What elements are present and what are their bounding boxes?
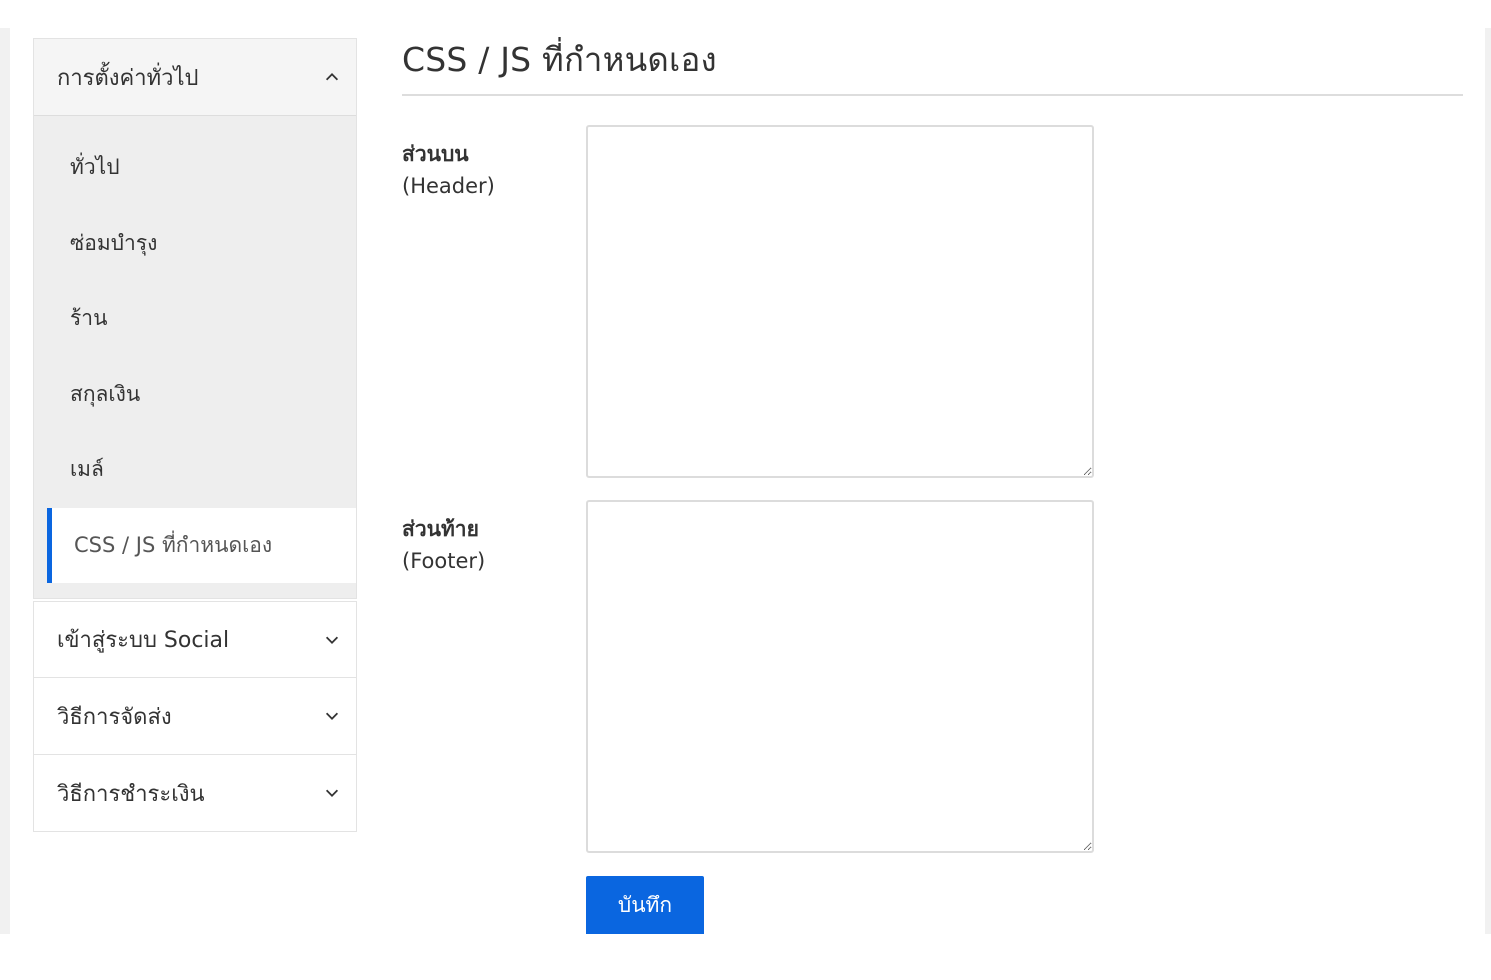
submenu-bottom-padding bbox=[34, 583, 356, 598]
sidebar-item-mail[interactable]: เมล์ bbox=[34, 432, 356, 508]
chevron-down-icon bbox=[322, 783, 342, 803]
sidebar-item-custom-css-js[interactable]: CSS / JS ที่กำหนดเอง bbox=[47, 507, 356, 583]
footer-field-label-text: ส่วนท้าย bbox=[402, 517, 479, 541]
left-gutter bbox=[0, 28, 10, 934]
sidebar-item-currency[interactable]: สกุลเงิน bbox=[34, 357, 356, 433]
save-button[interactable]: บันทึก bbox=[586, 876, 704, 934]
sidebar-group-shipping-header[interactable]: วิธีการจัดส่ง bbox=[34, 678, 356, 754]
sidebar-item-label: ร้าน bbox=[70, 306, 108, 331]
sidebar-group-social: เข้าสู่ระบบ Social bbox=[33, 601, 357, 678]
chevron-up-icon bbox=[322, 67, 342, 87]
sidebar-group-general-header[interactable]: การตั้งค่าทั่วไป bbox=[34, 39, 356, 116]
title-divider bbox=[402, 94, 1463, 96]
sidebar-group-social-header[interactable]: เข้าสู่ระบบ Social bbox=[34, 602, 356, 677]
page: การตั้งค่าทั่วไป ทั่วไป ซ่อมบำรุง ร้าน ส… bbox=[0, 0, 1491, 934]
main-content: CSS / JS ที่กำหนดเอง ส่วนบน (Header) ส่ว… bbox=[402, 38, 1463, 853]
footer-field-sublabel: (Footer) bbox=[402, 549, 486, 573]
sidebar-item-label: สกุลเงิน bbox=[70, 381, 141, 406]
sidebar-item-label: ซ่อมบำรุง bbox=[70, 230, 158, 255]
sidebar-group-general-label: การตั้งค่าทั่วไป bbox=[57, 65, 199, 91]
sidebar-item-label: ทั่วไป bbox=[70, 155, 120, 180]
sidebar-item-general[interactable]: ทั่วไป bbox=[34, 130, 356, 206]
settings-sidebar: การตั้งค่าทั่วไป ทั่วไป ซ่อมบำรุง ร้าน ส… bbox=[33, 38, 357, 832]
sidebar-group-payment-header[interactable]: วิธีการชำระเงิน bbox=[34, 755, 356, 831]
footer-field-label: ส่วนท้าย (Footer) bbox=[402, 513, 572, 577]
sidebar-group-payment: วิธีการชำระเงิน bbox=[33, 755, 357, 832]
chevron-down-icon bbox=[322, 706, 342, 726]
sidebar-item-label: CSS / JS ที่กำหนดเอง bbox=[74, 532, 273, 557]
right-scroll-gutter bbox=[1485, 28, 1491, 934]
sidebar-item-label: เมล์ bbox=[70, 457, 104, 482]
header-field-label: ส่วนบน (Header) bbox=[402, 138, 572, 202]
page-title: CSS / JS ที่กำหนดเอง bbox=[402, 40, 717, 79]
sidebar-group-shipping-label: วิธีการจัดส่ง bbox=[57, 704, 172, 730]
sidebar-group-payment-label: วิธีการชำระเงิน bbox=[57, 781, 205, 807]
header-field-sublabel: (Header) bbox=[402, 174, 495, 198]
chevron-down-icon bbox=[322, 630, 342, 650]
sidebar-item-store[interactable]: ร้าน bbox=[34, 281, 356, 357]
header-code-textarea[interactable] bbox=[586, 125, 1094, 478]
sidebar-group-shipping: วิธีการจัดส่ง bbox=[33, 678, 357, 755]
sidebar-general-submenu: ทั่วไป ซ่อมบำรุง ร้าน สกุลเงิน เมล์ CSS … bbox=[34, 116, 356, 598]
sidebar-group-social-label: เข้าสู่ระบบ Social bbox=[57, 628, 230, 653]
sidebar-item-maintenance[interactable]: ซ่อมบำรุง bbox=[34, 206, 356, 282]
footer-code-textarea[interactable] bbox=[586, 500, 1094, 853]
header-field-label-text: ส่วนบน bbox=[402, 142, 469, 166]
sidebar-group-general: การตั้งค่าทั่วไป ทั่วไป ซ่อมบำรุง ร้าน ส… bbox=[33, 38, 357, 599]
